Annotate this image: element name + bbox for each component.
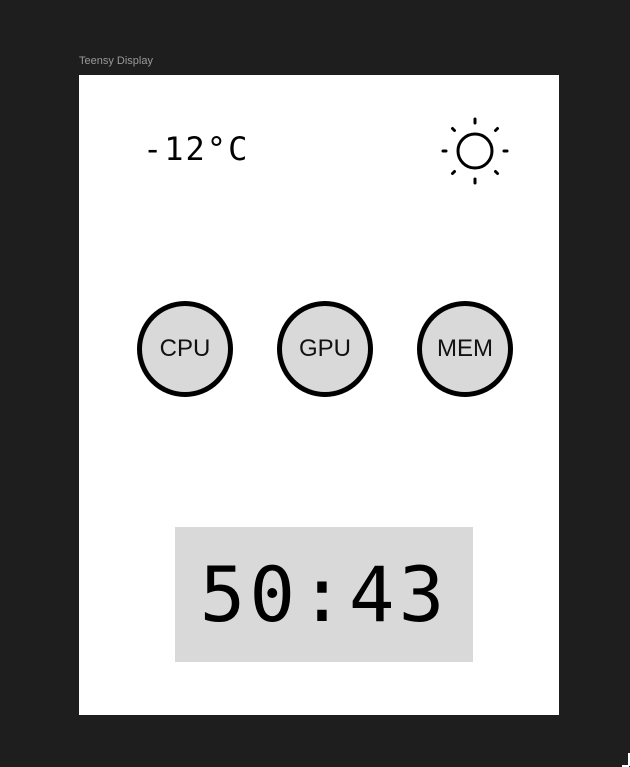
cursor-icon (622, 753, 630, 767)
mem-gauge[interactable]: MEM (417, 301, 513, 397)
cpu-gauge[interactable]: CPU (137, 301, 233, 397)
sun-icon (441, 117, 509, 185)
design-canvas: Teensy Display -12°C CPU GPU MEM 50:43 (0, 0, 630, 767)
teensy-display-frame[interactable]: -12°C CPU GPU MEM 50:43 (79, 75, 559, 715)
clock-panel: 50:43 (175, 527, 473, 662)
temperature-readout: -12°C (143, 130, 250, 168)
clock-time: 50:43 (199, 549, 449, 639)
frame-label[interactable]: Teensy Display (79, 55, 153, 67)
gpu-gauge[interactable]: GPU (277, 301, 373, 397)
